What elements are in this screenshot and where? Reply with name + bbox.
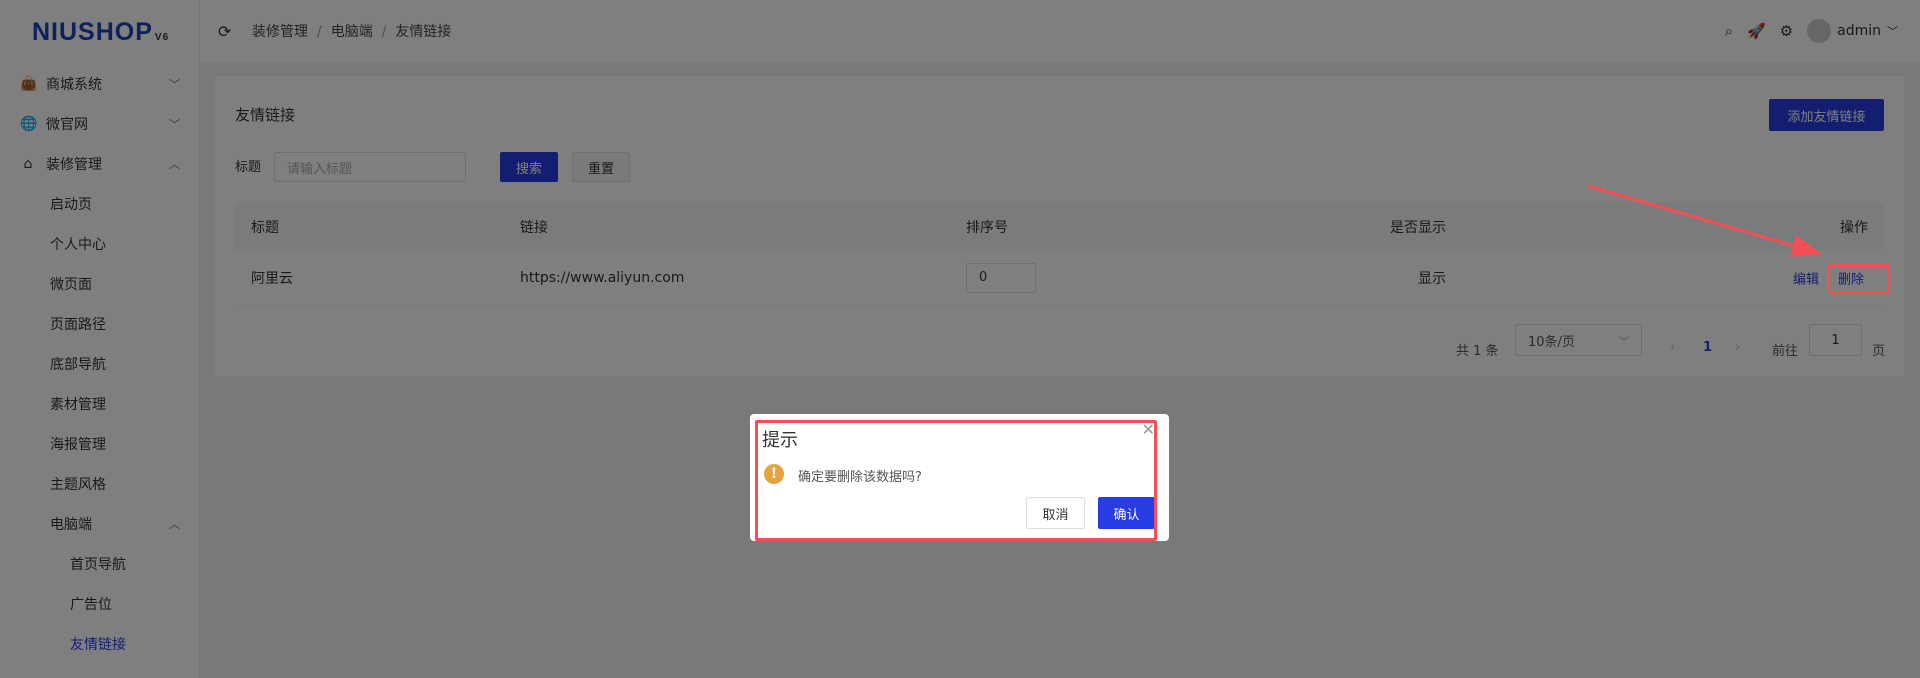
dialog-highlight-box bbox=[755, 420, 1157, 541]
annotation-arrow bbox=[1587, 184, 1822, 257]
delete-highlight-box bbox=[1827, 264, 1890, 294]
